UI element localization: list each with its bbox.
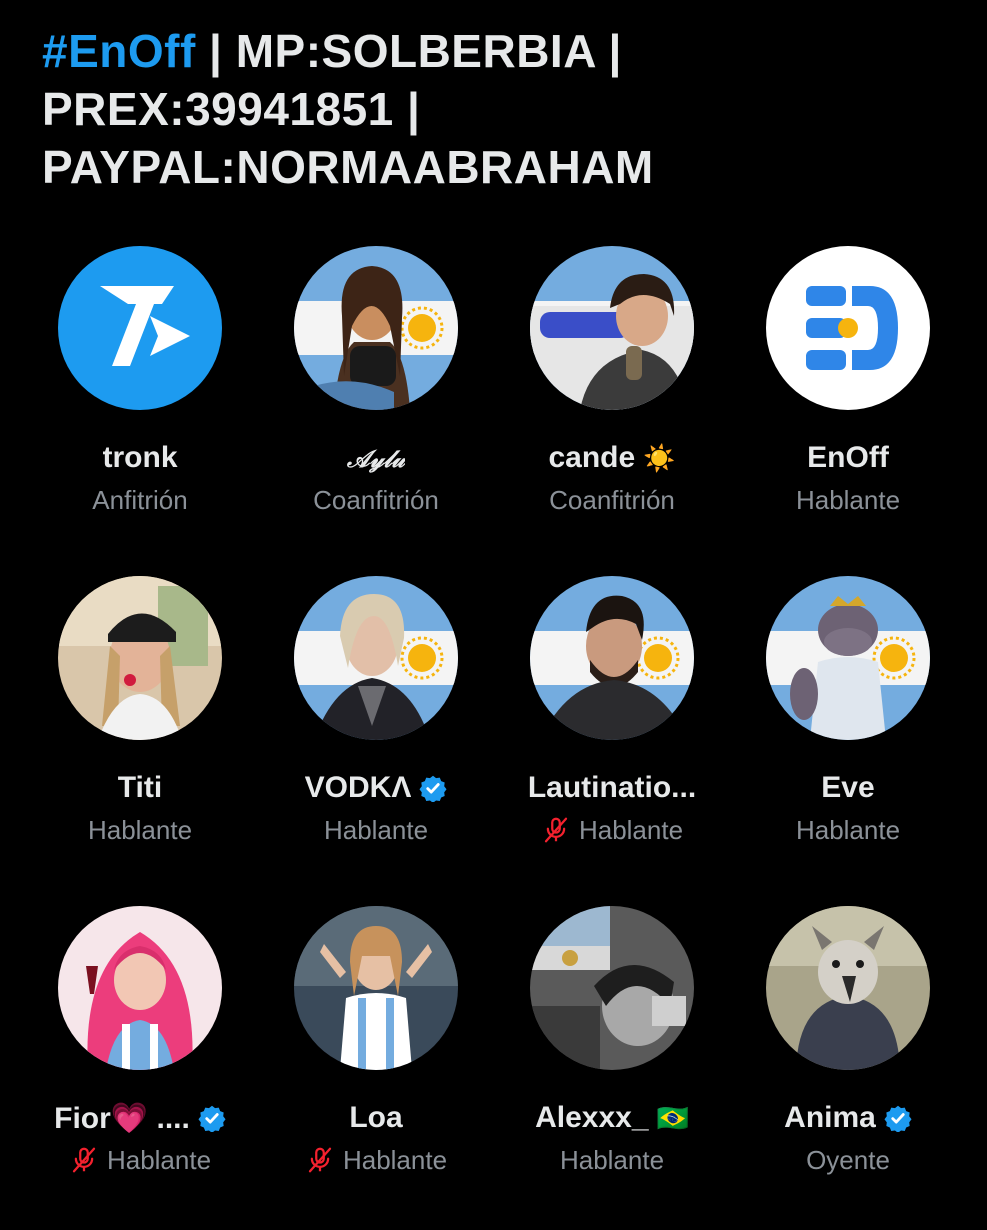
avatar[interactable] bbox=[530, 246, 694, 410]
participant-role: Hablante bbox=[323, 814, 429, 845]
participant-name-row: tronk bbox=[103, 438, 178, 478]
participant-role: Hablante bbox=[106, 1144, 212, 1175]
avatar[interactable] bbox=[530, 906, 694, 1070]
participant-role: Hablante bbox=[795, 484, 901, 515]
participant-card[interactable]: Loa Hablante bbox=[258, 900, 494, 1230]
participant-role-row: Coanfitrión bbox=[313, 482, 439, 518]
tronk-logo-image bbox=[58, 246, 222, 410]
hashtag-link[interactable]: #EnOff bbox=[42, 25, 196, 77]
participant-role: Hablante bbox=[578, 814, 684, 845]
participant-card[interactable]: Anima Oyente bbox=[730, 900, 966, 1230]
participant-role-row: Hablante bbox=[560, 1142, 664, 1178]
girl-cap-photo-image bbox=[58, 576, 222, 740]
participant-name-row: Titi bbox=[118, 768, 162, 808]
participant-role-row: Hablante bbox=[305, 1142, 447, 1178]
participant-card[interactable]: Titi Hablante bbox=[22, 570, 258, 900]
participant-card[interactable]: Lautinatio... Hablante bbox=[494, 570, 730, 900]
cartoon-girl-flag-image bbox=[294, 246, 458, 410]
participant-name: cande bbox=[548, 441, 636, 474]
participant-name-row: VODKΛ bbox=[305, 768, 448, 808]
participant-role: Anfitrión bbox=[92, 484, 188, 515]
participant-name-row: Eve bbox=[821, 768, 874, 808]
avatar[interactable] bbox=[58, 576, 222, 740]
mic-muted-icon bbox=[72, 1147, 96, 1173]
participant-name: Anima bbox=[784, 1101, 876, 1134]
participant-name: tronk bbox=[102, 441, 178, 474]
participant-name-row: Anima bbox=[784, 1098, 912, 1138]
avatar[interactable] bbox=[294, 906, 458, 1070]
participant-card[interactable]: VODKΛ Hablante bbox=[258, 570, 494, 900]
participant-role: Hablante bbox=[559, 1144, 665, 1175]
participant-card[interactable]: cande ☀️ Coanfitrión bbox=[494, 240, 730, 570]
participant-name-row: Lautinatio... bbox=[528, 768, 696, 808]
participant-name: Fior💗 .... bbox=[54, 1101, 190, 1135]
hippo-dress-flag-image bbox=[766, 576, 930, 740]
participant-role-row: Hablante bbox=[796, 812, 900, 848]
name-emoji: 🇧🇷 bbox=[656, 1103, 689, 1133]
woman-drinking-mate-image bbox=[530, 246, 694, 410]
participant-name-row: cande ☀️ bbox=[548, 438, 675, 478]
avatar[interactable] bbox=[530, 576, 694, 740]
participants-grid: tronk Anfitrión 𝒜𝓎𝓁𝓊 Coanfitrión cande ☀️ Co… bbox=[22, 240, 966, 1230]
participant-name: Lautinatio... bbox=[527, 771, 697, 804]
participant-role-row: Coanfitrión bbox=[549, 482, 675, 518]
participant-name: 𝒜𝓎𝓁𝓊 bbox=[346, 443, 406, 473]
verified-badge-icon bbox=[419, 775, 447, 802]
participant-name-row: Fior💗 .... bbox=[54, 1098, 226, 1138]
participant-name: Eve bbox=[821, 771, 875, 804]
pink-hair-girl-image bbox=[58, 906, 222, 1070]
participant-role-row: Hablante bbox=[69, 1142, 211, 1178]
participant-name-row: Alexxx_ 🇧🇷 bbox=[535, 1098, 689, 1138]
participant-card[interactable]: EnOff Hablante bbox=[730, 240, 966, 570]
space-title: #EnOff | MP:SOLBERBIA | PREX:39941851 | … bbox=[42, 22, 962, 196]
avatar[interactable] bbox=[766, 576, 930, 740]
participant-card[interactable]: Eve Hablante bbox=[730, 570, 966, 900]
participant-card[interactable]: Alexxx_ 🇧🇷 Hablante bbox=[494, 900, 730, 1230]
participant-name: VODKΛ bbox=[304, 771, 412, 804]
name-emoji: ☀️ bbox=[643, 443, 676, 473]
verified-badge-icon bbox=[884, 1105, 912, 1132]
participant-role-row: Anfitrión bbox=[92, 482, 187, 518]
participant-role-row: Oyente bbox=[806, 1142, 890, 1178]
avatar[interactable] bbox=[58, 906, 222, 1070]
participant-role: Hablante bbox=[87, 814, 193, 845]
enoff-logo-image bbox=[766, 246, 930, 410]
avatar[interactable] bbox=[294, 576, 458, 740]
participant-role: Coanfitrión bbox=[313, 484, 439, 515]
harpy-eagle-image bbox=[766, 906, 930, 1070]
avatar[interactable] bbox=[58, 246, 222, 410]
participant-name: Loa bbox=[349, 1101, 403, 1134]
participant-role: Hablante bbox=[795, 814, 901, 845]
participant-card[interactable]: 𝒜𝓎𝓁𝓊 Coanfitrión bbox=[258, 240, 494, 570]
avatar[interactable] bbox=[766, 246, 930, 410]
participant-name: EnOff bbox=[807, 441, 889, 474]
participant-name-row: 𝒜𝓎𝓁𝓊 bbox=[347, 438, 405, 478]
blonde-queen-flag-image bbox=[294, 576, 458, 740]
jersey-10-girl-image bbox=[294, 906, 458, 1070]
avatar[interactable] bbox=[294, 246, 458, 410]
participant-card[interactable]: tronk Anfitrión bbox=[22, 240, 258, 570]
participant-role-row: Hablante bbox=[541, 812, 683, 848]
participant-role-row: Hablante bbox=[324, 812, 428, 848]
participant-role: Oyente bbox=[806, 1144, 890, 1175]
verified-badge-icon bbox=[198, 1105, 226, 1132]
participant-role-row: Hablante bbox=[88, 812, 192, 848]
participant-name-row: EnOff bbox=[807, 438, 889, 478]
participant-name: Titi bbox=[117, 771, 163, 804]
participant-name-row: Loa bbox=[349, 1098, 402, 1138]
participant-role: Hablante bbox=[342, 1144, 448, 1175]
participant-role: Coanfitrión bbox=[549, 484, 675, 515]
mic-muted-icon bbox=[544, 817, 568, 843]
participant-name: Alexxx_ bbox=[535, 1101, 649, 1134]
participant-card[interactable]: Fior💗 .... Hablante bbox=[22, 900, 258, 1230]
avatar[interactable] bbox=[766, 906, 930, 1070]
mic-muted-icon bbox=[308, 1147, 332, 1173]
bw-flag-collage-image bbox=[530, 906, 694, 1070]
bearded-man-flag-image bbox=[530, 576, 694, 740]
participant-role-row: Hablante bbox=[796, 482, 900, 518]
